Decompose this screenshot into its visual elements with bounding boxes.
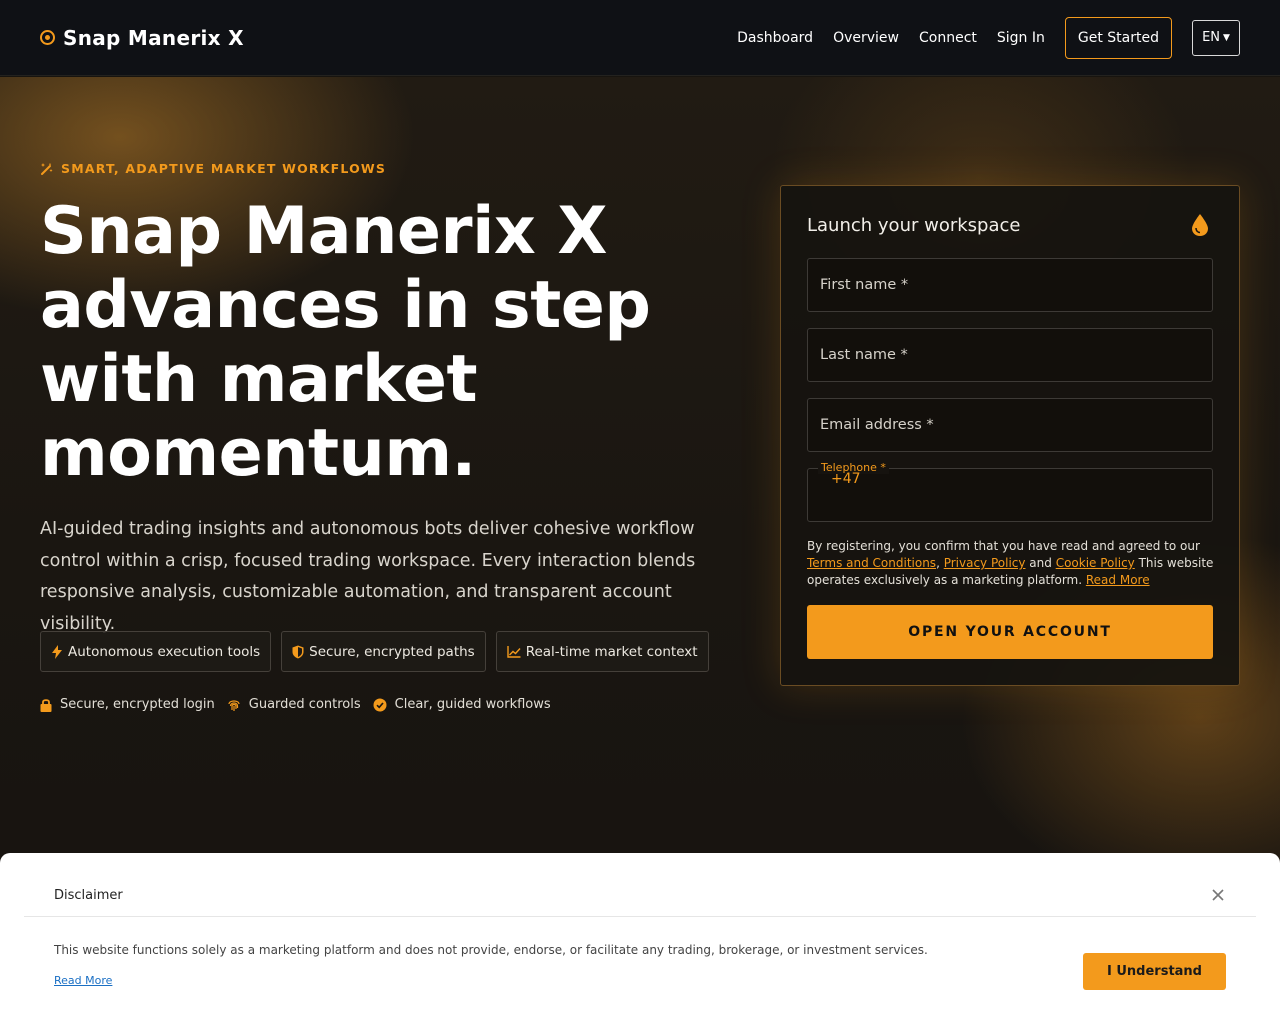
feature-chip-label: Real-time market context xyxy=(525,643,698,660)
get-started-button[interactable]: Get Started xyxy=(1064,16,1172,59)
open-account-button[interactable]: OPEN YOUR ACCOUNT xyxy=(807,605,1213,659)
trust-item: Guarded controls xyxy=(227,697,361,712)
shield-icon xyxy=(292,645,304,658)
registration-form: Launch your workspace First name * Last … xyxy=(780,185,1240,686)
terms-link[interactable]: Terms and Conditions xyxy=(807,556,936,570)
nav-connect[interactable]: Connect xyxy=(919,30,977,46)
consent-prefix: By registering, you confirm that you hav… xyxy=(807,539,1200,553)
chevron-down-icon: ▼ xyxy=(1223,32,1230,43)
language-selector[interactable]: EN ▼ xyxy=(1192,19,1240,56)
consent-and: and xyxy=(1025,556,1056,570)
chart-line-icon xyxy=(507,645,521,658)
last-name-field[interactable]: Last name * xyxy=(807,328,1213,382)
close-icon[interactable] xyxy=(1210,887,1226,903)
disclaimer-title: Disclaimer xyxy=(54,888,123,903)
brand[interactable]: Snap Manerix X xyxy=(40,26,244,50)
disclaimer-banner: Disclaimer This website functions solely… xyxy=(0,853,1280,1024)
lock-icon xyxy=(40,698,52,712)
privacy-link[interactable]: Privacy Policy xyxy=(944,556,1026,570)
trust-item-label: Clear, guided workflows xyxy=(394,697,551,712)
tagline-text: SMART, ADAPTIVE MARKET WORKFLOWS xyxy=(61,161,387,176)
email-field[interactable]: Email address * xyxy=(807,398,1213,452)
check-circle-icon xyxy=(373,698,387,711)
feature-chips: Autonomous execution tools Secure, encry… xyxy=(40,631,709,672)
understand-button[interactable]: I Understand xyxy=(1083,953,1226,990)
disclaimer-text: This website functions solely as a marke… xyxy=(54,943,928,957)
main-nav: Dashboard Overview Connect Sign In Get S… xyxy=(737,16,1240,59)
trust-item: Clear, guided workflows xyxy=(373,697,551,712)
language-label: EN xyxy=(1202,30,1221,45)
trust-item-label: Secure, encrypted login xyxy=(60,697,215,712)
hero-tagline: SMART, ADAPTIVE MARKET WORKFLOWS xyxy=(40,161,386,176)
feature-chip: Real-time market context xyxy=(495,631,709,672)
first-name-placeholder: First name * xyxy=(820,277,909,293)
fingerprint-icon xyxy=(228,699,240,711)
brand-logo-icon xyxy=(40,30,55,45)
read-more-link[interactable]: Read More xyxy=(1086,573,1150,587)
feature-chip-label: Autonomous execution tools xyxy=(68,643,261,660)
drop-icon xyxy=(1192,214,1208,236)
feature-chip-label: Secure, encrypted paths xyxy=(309,643,475,660)
brand-name: Snap Manerix X xyxy=(63,25,244,50)
form-title: Launch your workspace xyxy=(807,215,1021,236)
email-placeholder: Email address * xyxy=(820,417,934,433)
disclaimer-divider xyxy=(24,916,1256,917)
hero-headline: Snap Manerix X advances in step with mar… xyxy=(40,194,651,491)
lightning-icon xyxy=(52,644,62,659)
consent-comma: , xyxy=(936,556,944,570)
disclaimer-read-more-link[interactable]: Read More xyxy=(54,974,112,987)
feature-chip: Secure, encrypted paths xyxy=(281,631,486,672)
nav-sign-in[interactable]: Sign In xyxy=(997,30,1045,46)
nav-overview[interactable]: Overview xyxy=(833,30,899,46)
cookie-link[interactable]: Cookie Policy xyxy=(1056,556,1135,570)
site-header: Snap Manerix X Dashboard Overview Connec… xyxy=(0,0,1280,76)
trust-item: Secure, encrypted login xyxy=(40,697,215,712)
telephone-country-code[interactable]: +47 xyxy=(831,471,861,487)
nav-dashboard[interactable]: Dashboard xyxy=(737,30,813,46)
magic-wand-icon xyxy=(41,162,53,175)
last-name-placeholder: Last name * xyxy=(820,347,908,363)
trust-item-label: Guarded controls xyxy=(248,697,361,712)
hero-description: AI-guided trading insights and autonomou… xyxy=(40,519,696,634)
feature-chip: Autonomous execution tools xyxy=(40,631,272,672)
consent-text: By registering, you confirm that you hav… xyxy=(807,538,1217,589)
first-name-field[interactable]: First name * xyxy=(807,258,1213,312)
telephone-field[interactable]: Telephone * +47 xyxy=(807,461,1213,522)
trust-badges: Secure, encrypted login Guarded controls… xyxy=(40,697,551,712)
